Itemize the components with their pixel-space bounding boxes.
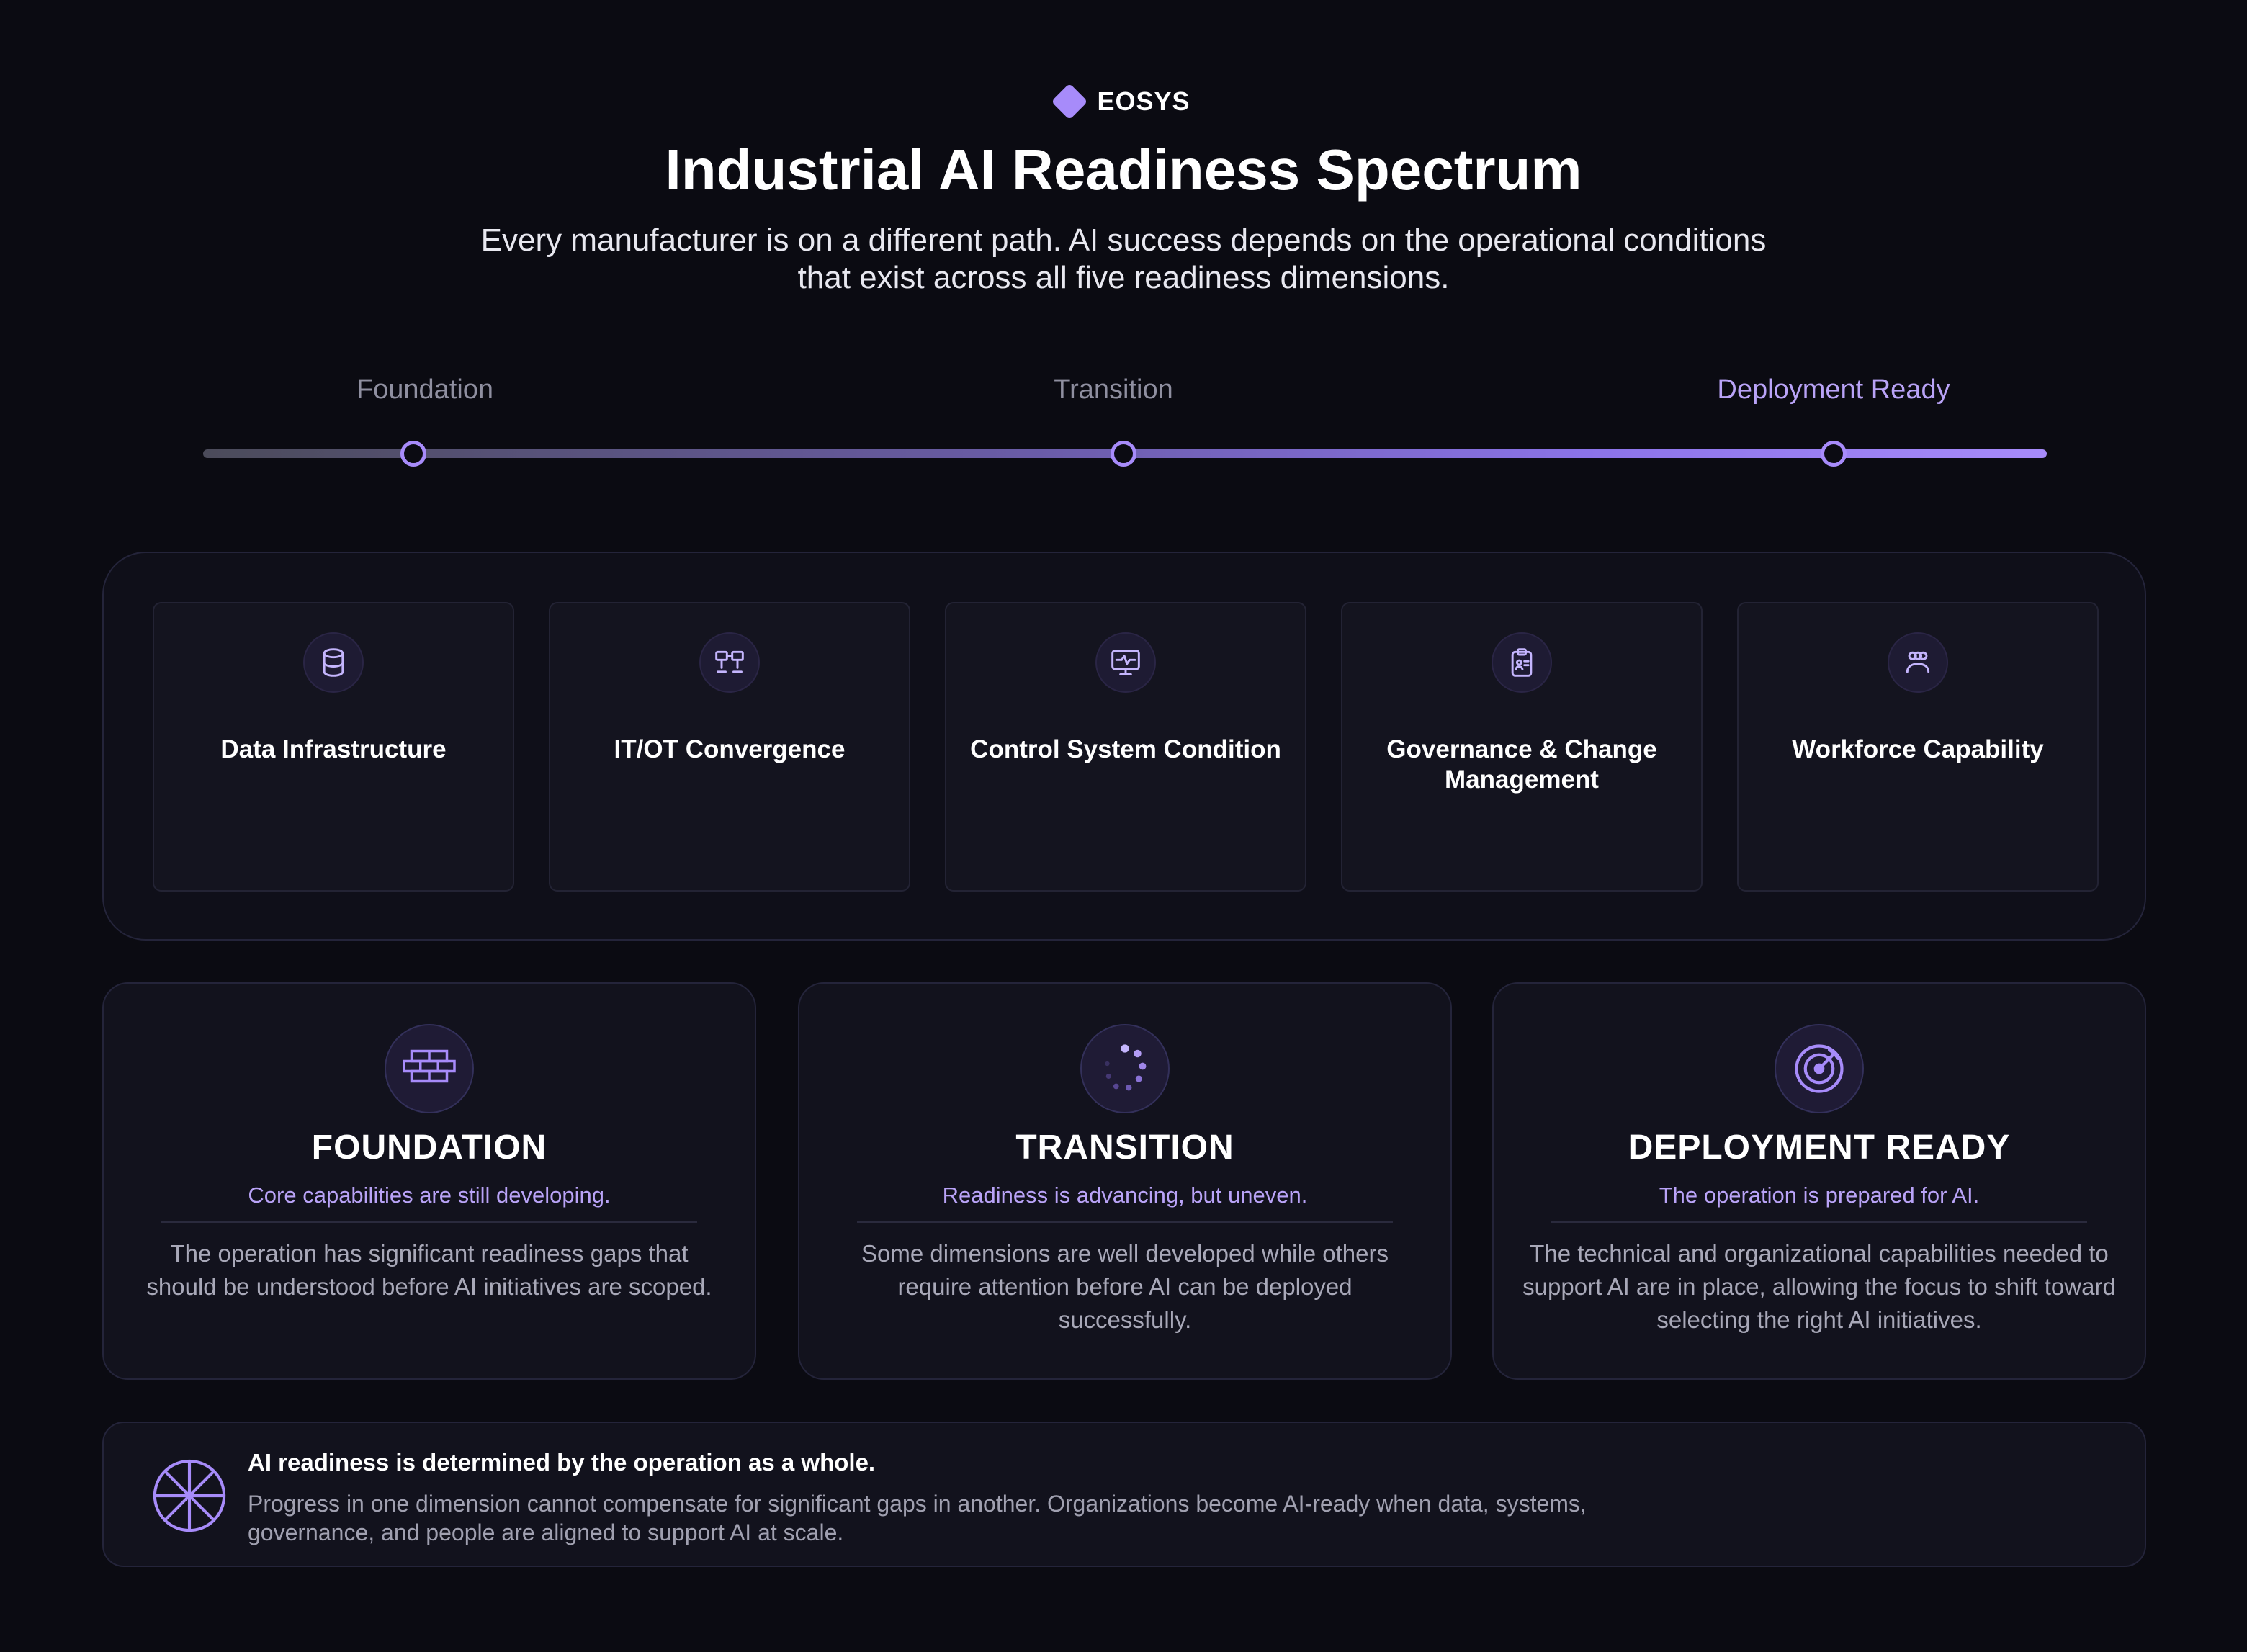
loading-dots-icon — [1080, 1024, 1170, 1113]
divider — [1551, 1221, 2087, 1223]
callout-title: AI readiness is determined by the operat… — [248, 1449, 876, 1476]
brand-name: EOSYS — [1097, 86, 1190, 116]
callout-body: Progress in one dimension cannot compens… — [248, 1491, 1587, 1545]
divider — [857, 1221, 1393, 1223]
stage-title: DEPLOYMENT READY — [1628, 1128, 2011, 1167]
spectrum-node-transition — [1111, 441, 1136, 467]
people-icon — [1888, 632, 1948, 693]
dimension-card-it-ot-convergence: IT/OT Convergence — [549, 602, 910, 892]
spectrum-label-deployment-ready: Deployment Ready — [1717, 374, 1950, 405]
dimension-label: Control System Condition — [970, 735, 1281, 763]
monitor-pulse-icon — [1095, 632, 1156, 693]
dimensions-panel: Data Infrastructure IT/OT Convergence Co… — [102, 552, 2146, 941]
spectrum-node-foundation — [400, 441, 426, 467]
brick-wall-icon — [385, 1024, 474, 1113]
clipboard-icon — [1492, 632, 1552, 693]
summary-callout: AI readiness is determined by the operat… — [102, 1422, 2146, 1567]
stage-title: FOUNDATION — [311, 1128, 547, 1167]
stage-card-foundation: FOUNDATION Core capabilities are still d… — [102, 982, 756, 1380]
dimension-label: IT/OT Convergence — [614, 735, 846, 763]
network-icon — [699, 632, 760, 693]
stage-tagline: Readiness is advancing, but uneven. — [942, 1182, 1308, 1208]
spectrum-label-foundation: Foundation — [356, 374, 494, 405]
page: EOSYS Industrial AI Readiness Spectrum E… — [0, 0, 2247, 1652]
spectrum-node-deployment-ready — [1821, 441, 1847, 467]
dimension-label: Workforce Capability — [1792, 735, 2044, 763]
dimension-label: Governance & Change Management — [1386, 735, 1657, 794]
stage-description: The operation has significant readiness … — [146, 1240, 712, 1300]
stage-title: TRANSITION — [1015, 1128, 1234, 1167]
divider — [161, 1221, 697, 1223]
stage-description: The technical and organizational capabil… — [1522, 1240, 2116, 1333]
spectrum-label-transition: Transition — [1054, 374, 1173, 405]
database-icon — [303, 632, 364, 693]
dimension-card-control-system-condition: Control System Condition — [945, 602, 1306, 892]
target-icon — [1775, 1024, 1864, 1113]
page-title: Industrial AI Readiness Spectrum — [665, 138, 1582, 202]
dimension-card-data-infrastructure: Data Infrastructure — [153, 602, 514, 892]
brand: EOSYS — [0, 83, 2247, 120]
wheel-icon — [153, 1459, 226, 1532]
stage-tagline: Core capabilities are still developing. — [248, 1182, 611, 1208]
stage-card-transition: TRANSITION Readiness is advancing, but u… — [798, 982, 1452, 1380]
dimension-label: Data Infrastructure — [220, 735, 447, 763]
stage-description: Some dimensions are well developed while… — [861, 1240, 1389, 1333]
stage-card-deployment-ready: DEPLOYMENT READY The operation is prepar… — [1492, 982, 2146, 1380]
diamond-logo-icon — [1051, 83, 1088, 120]
readiness-spectrum: Foundation Transition Deployment Ready — [0, 374, 2247, 475]
page-subtitle: Every manufacturer is on a different pat… — [480, 223, 1767, 295]
dimension-card-workforce-capability: Workforce Capability — [1737, 602, 2099, 892]
dimension-card-governance-change-management: Governance & Change Management — [1341, 602, 1703, 892]
stage-tagline: The operation is prepared for AI. — [1659, 1182, 1980, 1208]
